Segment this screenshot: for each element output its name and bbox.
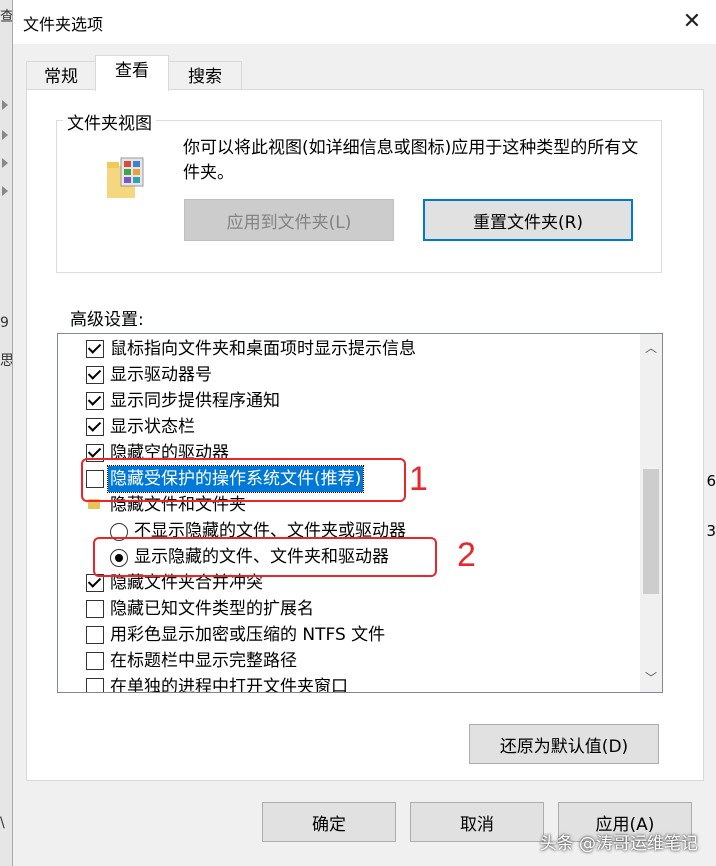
background-text: 6 (706, 472, 716, 490)
background-text: 3 (706, 522, 716, 540)
list-item-label: 显示状态栏 (110, 417, 195, 437)
list-item[interactable]: 在标题栏中显示完整路径 (58, 648, 634, 674)
vertical-scrollbar[interactable]: ︿ ﹀ (640, 334, 662, 692)
annotation-number-2: 2 (457, 536, 476, 574)
tab-label: 搜索 (188, 67, 222, 87)
list-item[interactable]: 显示同步提供程序通知 (58, 388, 634, 414)
background-chevron-icon (2, 158, 8, 168)
checkbox[interactable] (86, 418, 104, 436)
background-chevron-icon (2, 186, 8, 196)
scroll-down-icon[interactable]: ﹀ (640, 668, 662, 688)
watermark: 头条 @涛哥运维笔记 (539, 834, 698, 854)
checkbox[interactable] (86, 392, 104, 410)
tab-label: 常规 (44, 67, 78, 87)
checkbox[interactable] (86, 340, 104, 358)
list-item[interactable]: 隐藏已知文件类型的扩展名 (58, 596, 634, 622)
tab-label: 查看 (115, 61, 149, 81)
advanced-settings-label: 高级设置: (70, 310, 144, 330)
list-item-label: 在标题栏中显示完整路径 (110, 651, 297, 671)
annotation-box-1 (81, 458, 406, 502)
background-chevron-icon (2, 130, 8, 140)
background-text: \ (0, 815, 5, 831)
checkbox[interactable] (86, 626, 104, 644)
annotation-box-2 (93, 537, 437, 577)
list-item-label: 显示驱动器号 (110, 365, 212, 385)
folder-views-description: 你可以将此视图(如详细信息或图标)应用于这种类型的所有文件夹。 (183, 138, 639, 183)
tab-view[interactable]: 查看 (95, 55, 169, 91)
checkbox[interactable] (86, 678, 104, 692)
folder-views-icon (107, 157, 144, 198)
list-item-label: 显示同步提供程序通知 (110, 391, 280, 411)
list-item[interactable]: 显示驱动器号 (58, 362, 634, 388)
restore-defaults-button[interactable]: 还原为默认值(D) (469, 724, 659, 764)
title-bar[interactable]: 文件夹选项 ✕ (13, 0, 716, 44)
list-item[interactable]: 用彩色显示加密或压缩的 NTFS 文件 (58, 622, 634, 648)
apply-to-folders-button[interactable]: 应用到文件夹(L) (184, 199, 394, 241)
list-item-label: 鼠标指向文件夹和桌面项时显示提示信息 (110, 339, 416, 359)
checkbox[interactable] (86, 366, 104, 384)
close-icon[interactable]: ✕ (678, 8, 706, 36)
list-item-label: 在单独的进程中打开文件夹窗口 (110, 677, 348, 693)
background-chevron-icon (2, 100, 8, 110)
window-title: 文件夹选项 (23, 15, 104, 34)
list-item[interactable]: 在单独的进程中打开文件夹窗口 (58, 674, 634, 693)
checkbox[interactable] (86, 600, 104, 618)
ok-button[interactable]: 确定 (262, 802, 396, 842)
folder-options-dialog: 文件夹选项 ✕ 常规 查看 搜索 文件夹视图 你可以将此视图(如详细信息或图标)… (12, 0, 716, 866)
list-item-label: 用彩色显示加密或压缩的 NTFS 文件 (110, 625, 386, 645)
list-item[interactable]: 显示状态栏 (58, 414, 634, 440)
folder-views-label: 文件夹视图 (63, 109, 156, 134)
tab-general[interactable]: 常规 (26, 61, 96, 90)
cancel-button[interactable]: 取消 (410, 802, 544, 842)
annotation-number-1: 1 (409, 460, 428, 498)
list-item-label: 隐藏已知文件类型的扩展名 (110, 599, 314, 619)
scroll-thumb[interactable] (643, 469, 659, 594)
reset-folders-button[interactable]: 重置文件夹(R) (423, 199, 633, 241)
tab-search[interactable]: 搜索 (168, 61, 242, 90)
scroll-up-icon[interactable]: ︿ (640, 338, 662, 358)
checkbox[interactable] (86, 652, 104, 670)
advanced-settings-list[interactable]: 鼠标指向文件夹和桌面项时显示提示信息 显示驱动器号 显示同步提供程序通知 显示状… (57, 333, 663, 693)
list-item[interactable]: 鼠标指向文件夹和桌面项时显示提示信息 (58, 336, 634, 362)
background-text: 9 (0, 315, 9, 331)
